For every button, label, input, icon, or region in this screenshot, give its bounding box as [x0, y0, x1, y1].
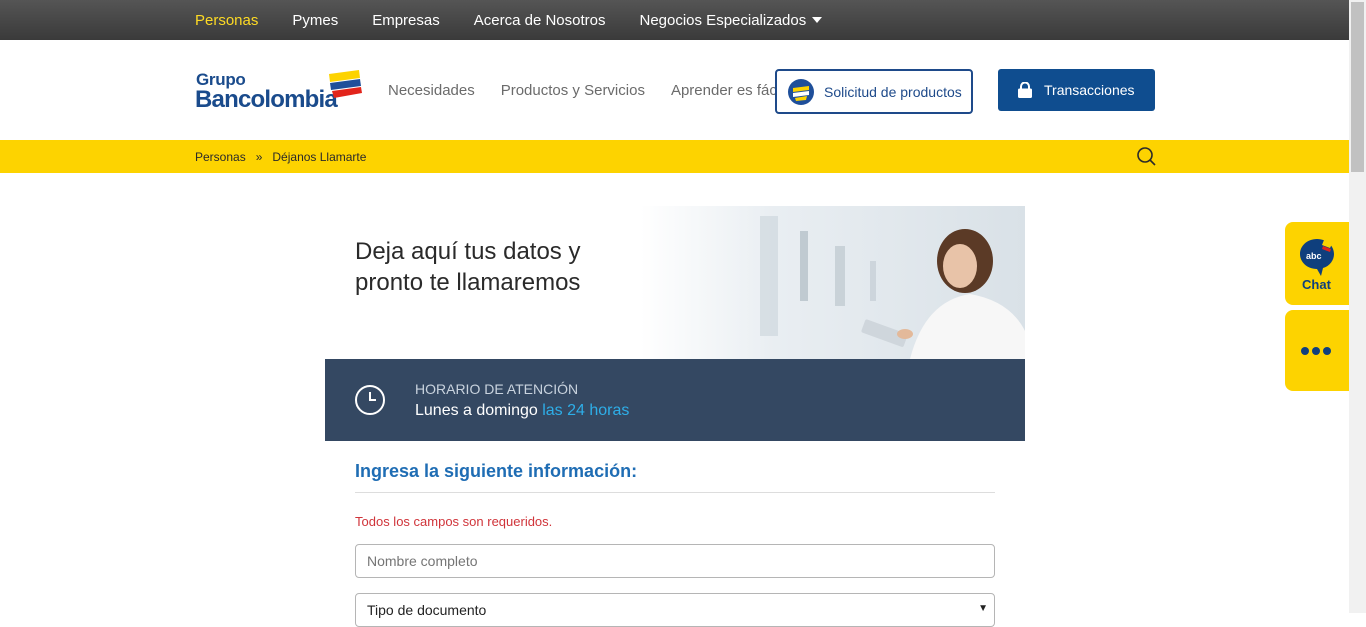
document-type-select[interactable]: Tipo de documento ▼ — [355, 593, 995, 627]
hours-label: HORARIO DE ATENCIÓN — [415, 381, 579, 397]
transacciones-label: Transacciones — [1044, 82, 1135, 98]
document-type-label: Tipo de documento — [367, 602, 487, 618]
breadcrumb-current: Déjanos Llamarte — [272, 149, 367, 164]
hours-value: Lunes a domingo las 24 horas — [415, 402, 629, 420]
hero-photo — [640, 206, 1025, 359]
page-title: Deja aquí tus datos y pronto te llamarem… — [355, 238, 581, 296]
chevron-down-icon — [812, 17, 823, 23]
brand-logo[interactable]: Grupo Bancolombia — [195, 70, 365, 113]
select-arrow-icon: ▼ — [978, 603, 988, 614]
service-hours-panel: HORARIO DE ATENCIÓN Lunes a domingo las … — [325, 359, 1025, 441]
site-header: Grupo Bancolombia Necesidades Productos … — [0, 40, 1350, 140]
topnav-acerca[interactable]: Acerca de Nosotros — [474, 12, 606, 29]
solicitud-label: Solicitud de productos — [824, 83, 962, 100]
chat-label: Chat — [1302, 277, 1331, 292]
scrollbar-thumb[interactable] — [1351, 2, 1364, 172]
breadcrumb-separator: » — [255, 149, 263, 164]
hero-banner: Deja aquí tus datos y pronto te llamarem… — [325, 206, 1025, 359]
required-note: Todos los campos son requeridos. — [355, 514, 553, 529]
main-nav: Necesidades Productos y Servicios Aprend… — [388, 40, 810, 140]
topnav-empresas[interactable]: Empresas — [372, 12, 440, 29]
breadcrumb: Personas » Déjanos Llamarte — [195, 140, 366, 173]
breadcrumb-bar: Personas » Déjanos Llamarte — [0, 140, 1350, 173]
brand-flag-icon — [329, 70, 362, 98]
top-navigation-bar: Personas Pymes Empresas Acerca de Nosotr… — [0, 0, 1350, 40]
form-title: Ingresa la siguiente información: — [355, 461, 638, 481]
hours-time: las 24 horas — [542, 402, 630, 419]
breadcrumb-personas[interactable]: Personas — [195, 150, 246, 164]
full-name-input[interactable] — [355, 544, 995, 578]
nav-necesidades[interactable]: Necesidades — [388, 82, 475, 99]
nav-productos-servicios[interactable]: Productos y Servicios — [501, 82, 645, 99]
lock-icon — [1018, 82, 1032, 98]
page-scrollbar[interactable] — [1349, 0, 1366, 613]
hours-days: Lunes a domingo — [415, 402, 538, 419]
search-icon[interactable] — [1136, 146, 1156, 166]
topnav-negocios-label: Negocios Especializados — [639, 11, 807, 29]
brand-line-2: Bancolombia — [195, 86, 338, 113]
chat-button[interactable]: abc Chat — [1285, 222, 1350, 305]
more-options-button[interactable] — [1285, 310, 1350, 391]
solicitud-productos-button[interactable]: Solicitud de productos — [775, 69, 973, 114]
nav-aprender[interactable]: Aprender es fácil — [671, 82, 784, 99]
topnav-negocios[interactable]: Negocios Especializados — [639, 11, 823, 29]
topnav-pymes[interactable]: Pymes — [292, 12, 338, 29]
chat-bubble-icon: abc — [1300, 239, 1334, 276]
topnav-personas[interactable]: Personas — [195, 12, 258, 29]
products-icon — [788, 78, 814, 105]
form-divider — [355, 492, 995, 493]
top-nav: Personas Pymes Empresas Acerca de Nosotr… — [195, 0, 856, 40]
transacciones-button[interactable]: Transacciones — [998, 69, 1155, 111]
clock-icon — [355, 385, 385, 415]
chat-badge: abc — [1306, 251, 1322, 261]
more-dots-icon — [1301, 347, 1334, 355]
